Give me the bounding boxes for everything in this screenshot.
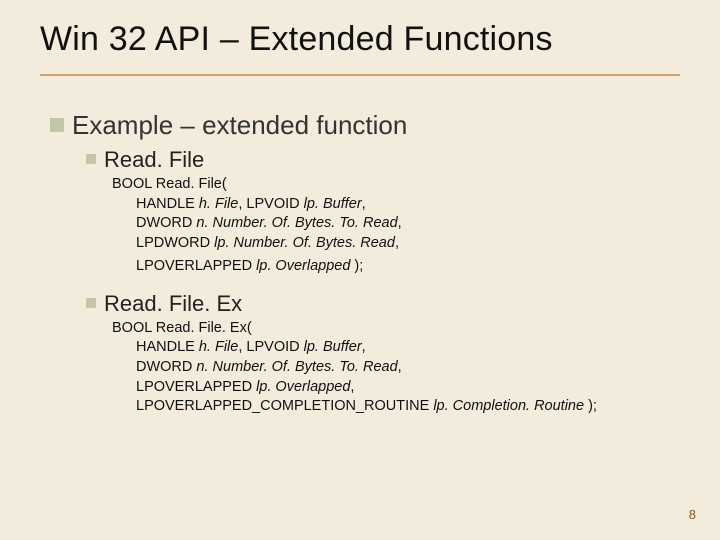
code-line: DWORD n. Number. Of. Bytes. To. Read, <box>112 358 690 378</box>
bullet-level2: Read. File <box>86 147 690 173</box>
code-line: HANDLE h. File, LPVOID lp. Buffer, <box>112 338 690 358</box>
code-line: DWORD n. Number. Of. Bytes. To. Read, <box>112 214 690 234</box>
code-block: BOOL Read. File(HANDLE h. File, LPVOID l… <box>112 175 690 277</box>
code-block: BOOL Read. File. Ex(HANDLE h. File, LPVO… <box>112 319 690 417</box>
code-line: LPOVERLAPPED lp. Overlapped, <box>112 378 690 398</box>
code-line: BOOL Read. File. Ex( <box>112 319 690 339</box>
level2-heading: Read. File. Ex <box>104 291 242 317</box>
code-line: LPDWORD lp. Number. Of. Bytes. Read, <box>112 234 690 254</box>
code-line: LPOVERLAPPED lp. Overlapped ); <box>112 257 690 277</box>
content-area: Example – extended function Read. File B… <box>50 110 690 417</box>
level2-heading: Read. File <box>104 147 204 173</box>
level1-text: Example – extended function <box>72 110 407 141</box>
code-line: HANDLE h. File, LPVOID lp. Buffer, <box>112 195 690 215</box>
page-number: 8 <box>689 507 696 522</box>
bullet-level2: Read. File. Ex <box>86 291 690 317</box>
square-bullet-icon <box>86 154 96 164</box>
bullet-level1: Example – extended function <box>50 110 690 141</box>
slide-title: Win 32 API – Extended Functions <box>40 20 680 69</box>
square-bullet-icon <box>50 118 64 132</box>
code-line: BOOL Read. File( <box>112 175 690 195</box>
slide: Win 32 API – Extended Functions Example … <box>0 0 720 540</box>
code-line: LPOVERLAPPED_COMPLETION_ROUTINE lp. Comp… <box>112 397 690 417</box>
square-bullet-icon <box>86 298 96 308</box>
title-underline <box>40 74 680 76</box>
